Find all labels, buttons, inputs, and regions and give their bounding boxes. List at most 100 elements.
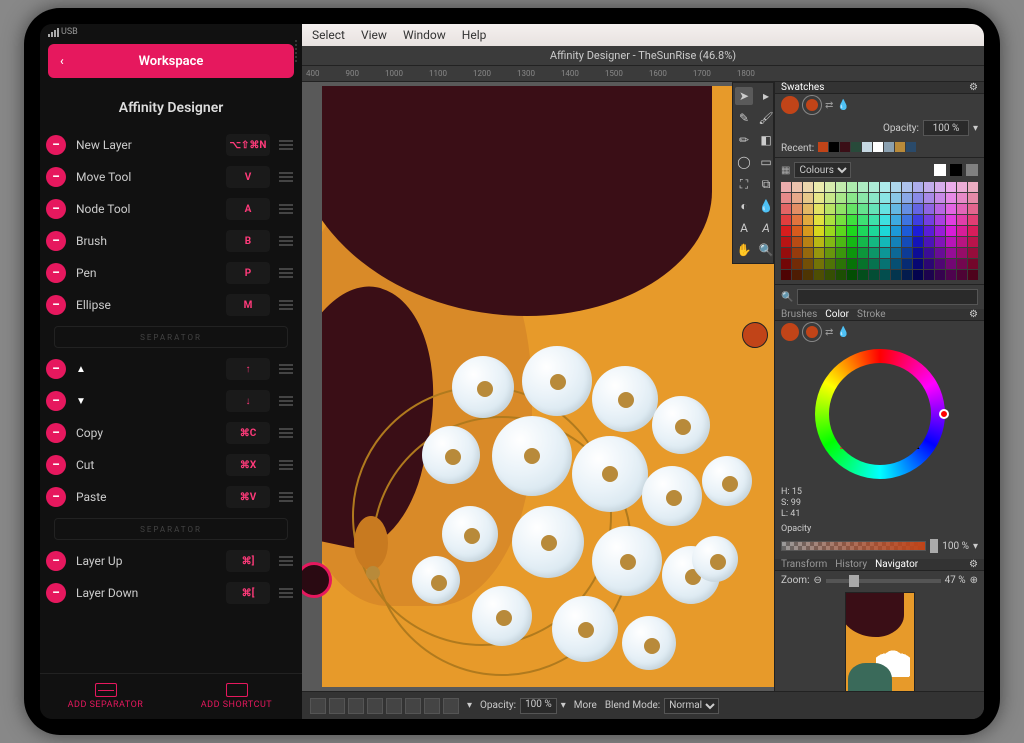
color-swatch[interactable] [935, 204, 945, 214]
color-swatch[interactable] [902, 237, 912, 247]
shortcut-row[interactable]: −Move ToolV [46, 162, 296, 192]
recent-swatch[interactable] [895, 142, 905, 152]
key-badge[interactable]: B [226, 230, 270, 252]
shortcut-row[interactable]: −Layer Up⌘] [46, 546, 296, 576]
color-swatch[interactable] [946, 182, 956, 192]
color-swatch[interactable] [814, 248, 824, 258]
color-swatch[interactable] [880, 248, 890, 258]
opacity-value[interactable]: 100 % [520, 698, 557, 714]
color-swatch[interactable] [781, 270, 791, 280]
color-swatch[interactable] [869, 248, 879, 258]
shortcut-row[interactable]: −PenP [46, 258, 296, 288]
color-swatch[interactable] [924, 248, 934, 258]
aux-swatch[interactable] [950, 164, 962, 176]
remove-icon[interactable]: − [46, 551, 66, 571]
color-swatch[interactable] [924, 182, 934, 192]
recent-swatch[interactable] [906, 142, 916, 152]
zoom-tool-icon[interactable]: 🔍 [757, 241, 774, 259]
color-swatch[interactable] [968, 259, 978, 269]
remove-icon[interactable]: − [46, 199, 66, 219]
recent-swatch[interactable] [840, 142, 850, 152]
color-swatch[interactable] [836, 182, 846, 192]
pencil-tool-icon[interactable]: ✏ [735, 131, 753, 149]
color-swatch[interactable] [913, 259, 923, 269]
color-swatch[interactable] [957, 248, 967, 258]
color-swatch[interactable] [924, 193, 934, 203]
shortcut-row[interactable]: −Copy⌘C [46, 418, 296, 448]
zoom-out-icon[interactable]: ⊖ [814, 575, 822, 586]
color-swatch[interactable] [781, 204, 791, 214]
recent-swatch[interactable] [873, 142, 883, 152]
color-swatch[interactable] [957, 193, 967, 203]
artistic-text-tool-icon[interactable]: A [757, 219, 774, 237]
color-swatch[interactable] [935, 182, 945, 192]
swap-icon[interactable]: ⇄ [825, 100, 833, 111]
color-swatch[interactable] [781, 215, 791, 225]
tab-color[interactable]: Color [825, 309, 849, 320]
remove-icon[interactable]: − [46, 263, 66, 283]
color-swatch[interactable] [880, 182, 890, 192]
key-badge[interactable]: ⌥⇧⌘N [226, 134, 270, 156]
color-swatch[interactable] [924, 237, 934, 247]
remove-icon[interactable]: − [46, 583, 66, 603]
color-swatch[interactable] [869, 204, 879, 214]
color-swatch[interactable] [814, 204, 824, 214]
chevron-down-icon[interactable]: ▾ [973, 123, 978, 134]
color-swatch[interactable] [935, 259, 945, 269]
color-swatch[interactable] [781, 193, 791, 203]
color-swatch[interactable] [825, 226, 835, 236]
color-swatch[interactable] [891, 215, 901, 225]
gear-icon[interactable]: ⚙ [969, 82, 978, 93]
remove-icon[interactable]: − [46, 295, 66, 315]
eyedropper-icon[interactable]: 💧 [837, 327, 849, 338]
tab-swatches[interactable]: Swatches [781, 82, 824, 93]
swatch-search-input[interactable] [797, 289, 978, 305]
color-swatch[interactable] [968, 248, 978, 258]
rect-tool-icon[interactable]: ▭ [757, 153, 774, 171]
key-badge[interactable]: P [226, 262, 270, 284]
remove-icon[interactable]: − [46, 359, 66, 379]
color-swatch[interactable] [869, 226, 879, 236]
color-swatch[interactable] [902, 226, 912, 236]
color-swatch[interactable] [913, 182, 923, 192]
shape-tool-icon[interactable]: ◯ [735, 153, 753, 171]
color-swatch[interactable] [935, 215, 945, 225]
aux-swatch[interactable] [934, 164, 946, 176]
color-swatch[interactable] [880, 204, 890, 214]
color-swatch[interactable] [968, 237, 978, 247]
remove-icon[interactable]: − [46, 231, 66, 251]
color-swatch[interactable] [913, 215, 923, 225]
shortcut-row[interactable]: −Cut⌘X [46, 450, 296, 480]
color-swatch[interactable] [847, 248, 857, 258]
color-swatch[interactable] [803, 182, 813, 192]
tab-stroke[interactable]: Stroke [857, 309, 885, 320]
color-swatch[interactable] [891, 259, 901, 269]
color-swatch[interactable] [913, 237, 923, 247]
color-swatch[interactable] [825, 270, 835, 280]
foreground-color-chip[interactable] [742, 322, 768, 348]
color-grid[interactable] [781, 182, 978, 280]
color-swatch[interactable] [847, 215, 857, 225]
color-swatch[interactable] [836, 193, 846, 203]
color-swatch[interactable] [814, 182, 824, 192]
color-swatch[interactable] [836, 259, 846, 269]
color-swatch[interactable] [957, 237, 967, 247]
color-swatch[interactable] [781, 182, 791, 192]
key-badge[interactable]: ⌘] [226, 550, 270, 572]
palette-select[interactable]: Colours [794, 162, 851, 178]
color-swatch[interactable] [935, 237, 945, 247]
color-swatch[interactable] [891, 193, 901, 203]
stroke-color-icon[interactable] [803, 323, 821, 341]
tab-navigator[interactable]: Navigator [875, 559, 918, 570]
color-swatch[interactable] [792, 248, 802, 258]
color-triangle[interactable] [840, 379, 920, 449]
color-swatch[interactable] [946, 259, 956, 269]
color-swatch[interactable] [935, 270, 945, 280]
color-swatch[interactable] [924, 270, 934, 280]
key-badge[interactable]: M [226, 294, 270, 316]
color-swatch[interactable] [847, 237, 857, 247]
color-swatch[interactable] [891, 237, 901, 247]
color-swatch[interactable] [880, 226, 890, 236]
chevron-down-icon[interactable]: ▾ [467, 700, 472, 711]
color-swatch[interactable] [792, 270, 802, 280]
